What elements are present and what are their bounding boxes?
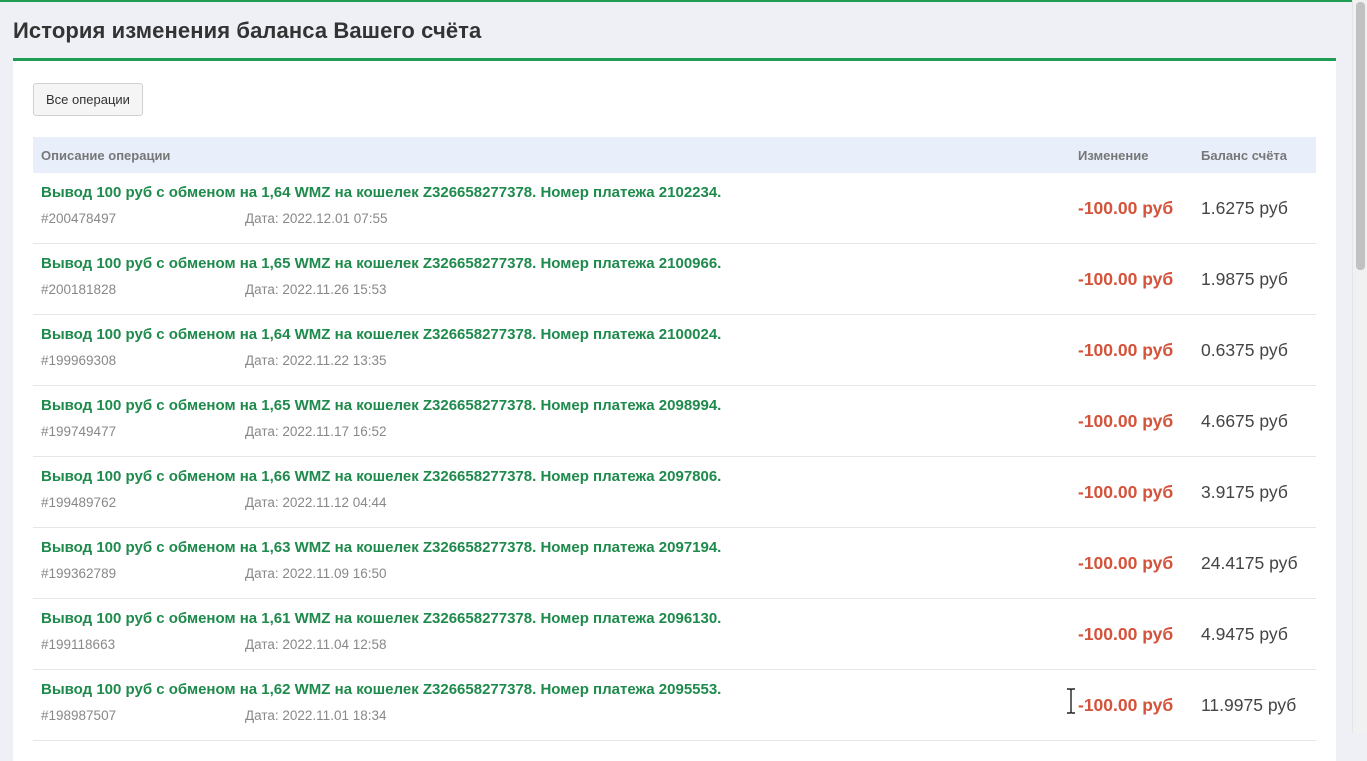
- operation-change: -100.00 руб: [1078, 198, 1174, 218]
- operation-description: Вывод 100 руб с обменом на 1,66 WMZ на к…: [41, 468, 722, 485]
- table-row: Вывод 100 руб с обменом на 1,64 WMZ на к…: [33, 315, 1316, 386]
- column-header-description: Описание операции: [41, 148, 171, 163]
- table-row: Вывод 100 руб с обменом на 1,64 WMZ на к…: [33, 173, 1316, 244]
- operation-change: -100.00 руб: [1078, 482, 1174, 502]
- column-header-change: Изменение: [1078, 148, 1149, 163]
- table-row: Вывод 100 руб с обменом на 1,63 WMZ на к…: [33, 528, 1316, 599]
- operation-description: Вывод 100 руб с обменом на 1,64 WMZ на к…: [41, 326, 722, 343]
- operation-description: Вывод 100 руб с обменом на 1,65 WMZ на к…: [41, 397, 722, 414]
- page-title: История изменения баланса Вашего счёта: [13, 18, 482, 43]
- table-row: Вывод 100 руб с обменом на 1,65 WMZ на к…: [33, 244, 1316, 315]
- table-row: Вывод 100 руб с обменом на 1,62 WMZ на к…: [33, 670, 1316, 741]
- operation-balance: 4.9475 руб: [1201, 624, 1288, 644]
- all-operations-button[interactable]: Все операции: [33, 83, 143, 116]
- operation-balance: 24.4175 руб: [1201, 553, 1298, 573]
- operation-id: #199118663: [41, 637, 116, 652]
- operation-balance: 11.9975 руб: [1201, 695, 1297, 715]
- operation-id: #200478497: [41, 211, 117, 226]
- balance-history-table: Описание операции Изменение Баланс счёта…: [33, 137, 1316, 741]
- operation-description: Вывод 100 руб с обменом на 1,65 WMZ на к…: [41, 255, 722, 272]
- operation-date: Дата: 2022.11.22 13:35: [245, 353, 387, 368]
- column-header-balance: Баланс счёта: [1201, 148, 1288, 163]
- operation-id: #199362789: [41, 566, 117, 581]
- operation-date: Дата: 2022.11.09 16:50: [245, 566, 387, 581]
- table-row: Вывод 100 руб с обменом на 1,61 WMZ на к…: [33, 599, 1316, 670]
- balance-history-panel: Все операции Описание операции Изменение…: [13, 61, 1336, 761]
- operation-date: Дата: 2022.11.26 15:53: [245, 282, 387, 297]
- operation-id: #199749477: [41, 424, 117, 439]
- operation-balance: 4.6675 руб: [1201, 411, 1288, 431]
- operation-change: -100.00 руб: [1078, 269, 1174, 289]
- operation-id: #198987507: [41, 708, 117, 723]
- table-row: Вывод 100 руб с обменом на 1,66 WMZ на к…: [33, 457, 1316, 528]
- operation-balance: 1.9875 руб: [1201, 269, 1288, 289]
- page: История изменения баланса Вашего счёта В…: [0, 2, 1352, 761]
- operation-change: -100.00 руб: [1078, 340, 1174, 360]
- operation-id: #200181828: [41, 282, 117, 297]
- operation-balance: 3.9175 руб: [1201, 482, 1288, 502]
- operation-change: -100.00 руб: [1078, 695, 1174, 715]
- operation-id: #199969308: [41, 353, 117, 368]
- operation-description: Вывод 100 руб с обменом на 1,61 WMZ на к…: [41, 610, 722, 627]
- operation-change: -100.00 руб: [1078, 624, 1174, 644]
- operation-description: Вывод 100 руб с обменом на 1,62 WMZ на к…: [41, 681, 722, 698]
- operation-change: -100.00 руб: [1078, 411, 1174, 431]
- operation-change: -100.00 руб: [1078, 553, 1174, 573]
- operation-date: Дата: 2022.11.12 04:44: [245, 495, 387, 510]
- operation-description: Вывод 100 руб с обменом на 1,63 WMZ на к…: [41, 539, 722, 556]
- operation-description: Вывод 100 руб с обменом на 1,64 WMZ на к…: [41, 184, 722, 201]
- operation-date: Дата: 2022.11.01 18:34: [245, 708, 387, 723]
- operation-date: Дата: 2022.12.01 07:55: [245, 211, 388, 226]
- operation-date: Дата: 2022.11.17 16:52: [245, 424, 387, 439]
- table-row: Вывод 100 руб с обменом на 1,65 WMZ на к…: [33, 386, 1316, 457]
- text-cursor-icon: [1067, 688, 1075, 714]
- table-header: Описание операции Изменение Баланс счёта: [33, 137, 1316, 173]
- operation-balance: 0.6375 руб: [1201, 340, 1288, 360]
- operation-date: Дата: 2022.11.04 12:58: [245, 637, 387, 652]
- operation-id: #199489762: [41, 495, 117, 510]
- scrollbar-thumb[interactable]: [1356, 2, 1365, 270]
- vertical-scrollbar[interactable]: [1352, 0, 1367, 733]
- operation-balance: 1.6275 руб: [1201, 198, 1288, 218]
